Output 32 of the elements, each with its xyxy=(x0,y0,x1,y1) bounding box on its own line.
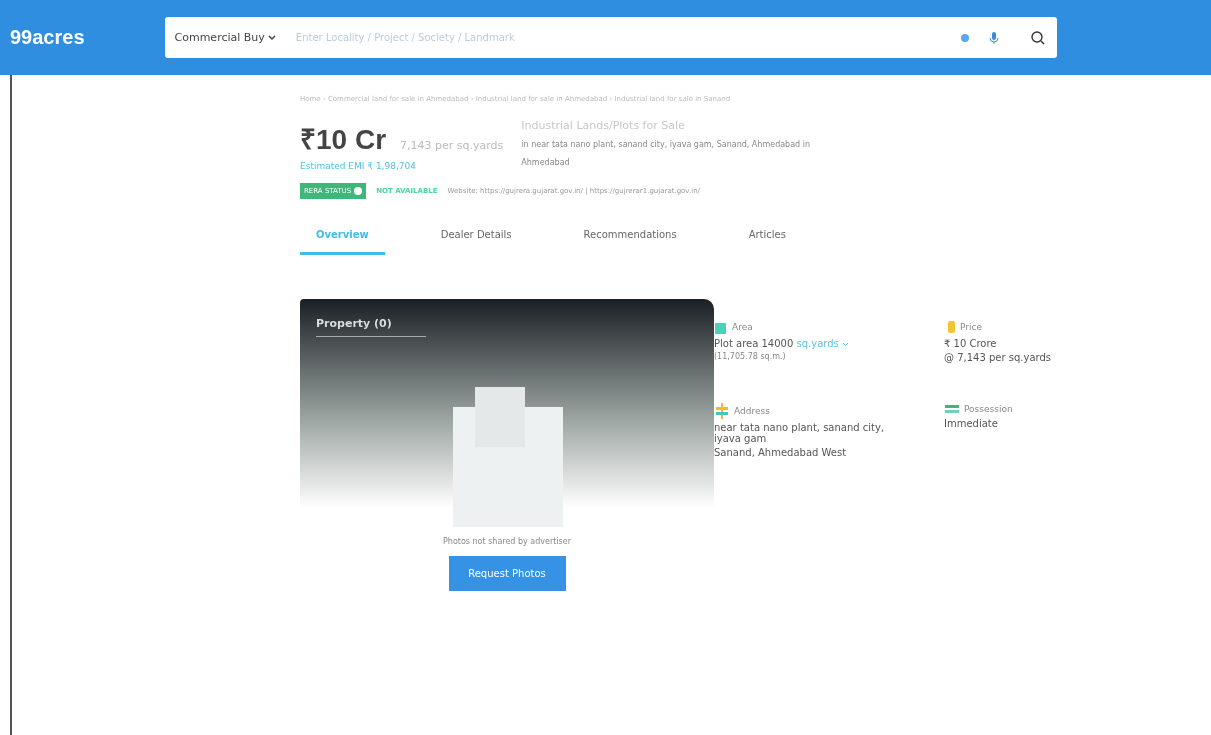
detail-value: @ 7,143 per sq.yards xyxy=(944,351,1053,363)
photos-note: Photos not shared by advertiser xyxy=(443,536,571,546)
detail-value: Sanand, Ahmedabad West xyxy=(714,446,848,458)
microphone-icon[interactable] xyxy=(988,30,999,45)
section-tab[interactable]: Recommendations xyxy=(567,220,693,255)
price-rate: 7,143 per sq.yards xyxy=(400,139,504,152)
detail-label: Possession xyxy=(964,403,1013,414)
signpost-icon xyxy=(714,402,730,419)
detail-value: Immediate xyxy=(944,417,999,429)
request-photos-button[interactable]: Request Photos xyxy=(448,555,566,591)
detail-value: Plot area 14000 sq.yards xyxy=(714,337,914,349)
caret-icon xyxy=(267,34,276,41)
section-tab[interactable]: Articles xyxy=(732,220,802,255)
detail-label: Area xyxy=(732,321,753,332)
listing-location: in near tata nano plant, sanand city, iyava gam, Sanand, Ahmedabad in Ahmedabad xyxy=(521,139,811,170)
category-dropdown[interactable]: Commercial Buy xyxy=(174,31,276,44)
price: ₹10 Cr xyxy=(300,123,387,157)
detail-value: near tata nano plant, sanand city, iyava gam xyxy=(714,421,886,444)
info-icon xyxy=(354,186,363,195)
emi-link[interactable]: Estimated EMI ₹ 1,98,704 xyxy=(300,161,504,171)
listing-title: Industrial Lands/Plots for Sale xyxy=(521,119,686,132)
gallery-title: Property (0) xyxy=(316,316,426,337)
area-conversion: (11,705.78 sq.m.) xyxy=(714,351,787,361)
location-icon[interactable] xyxy=(958,31,971,44)
detail-value: ₹ 10 Crore xyxy=(944,337,998,349)
detail-label: Price xyxy=(960,321,982,332)
unit-dropdown[interactable]: sq.yards xyxy=(796,337,849,349)
section-tab[interactable]: Dealer Details xyxy=(424,220,528,255)
section-tab[interactable]: Overview xyxy=(300,220,385,255)
chevron-icon xyxy=(842,341,849,347)
detail-label: Address xyxy=(734,405,770,416)
site-logo[interactable]: 99acres xyxy=(10,26,85,49)
